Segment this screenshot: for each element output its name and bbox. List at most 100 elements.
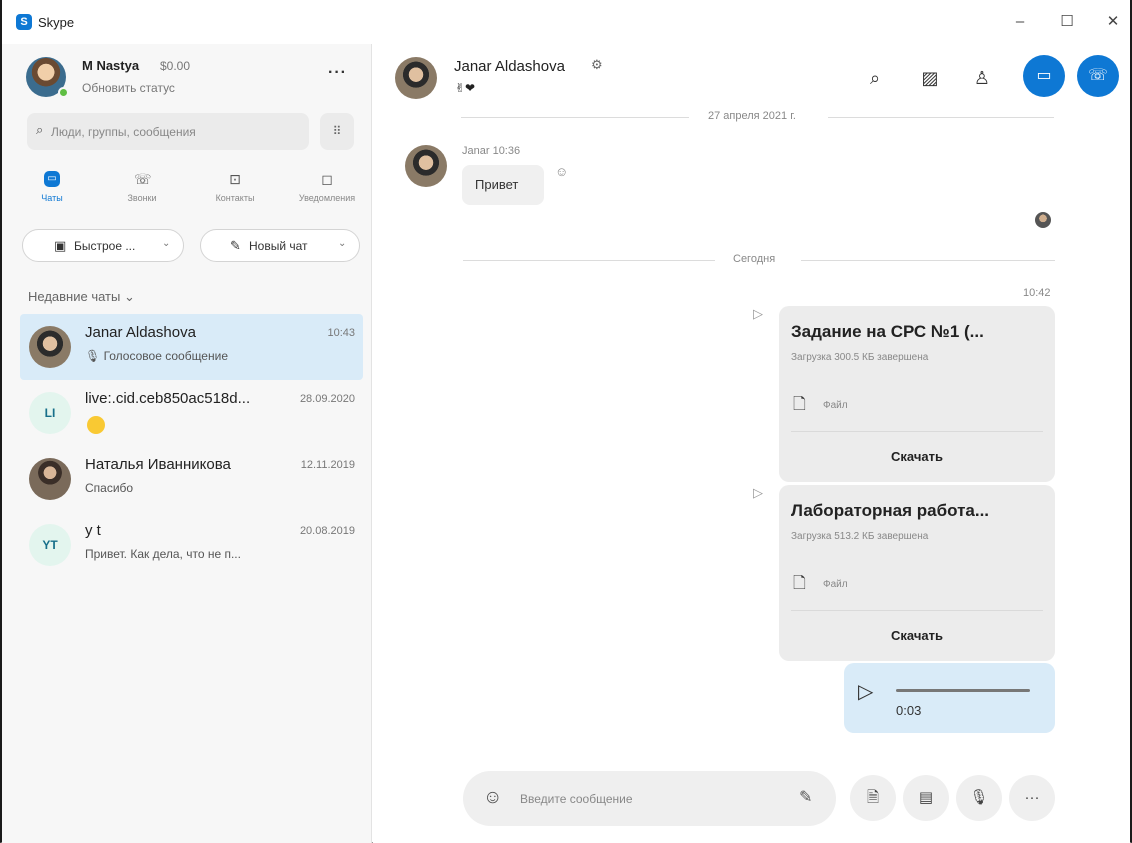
voice-duration: 0:03: [896, 703, 922, 718]
contact-avatar[interactable]: [395, 57, 437, 99]
contact-name[interactable]: Janar Aldashova: [454, 58, 565, 75]
avatar: LI: [29, 392, 71, 434]
sent-time: 10:42: [1023, 287, 1051, 299]
tab-contacts[interactable]: ⊡ Контакты: [195, 171, 275, 203]
react-smile-icon[interactable]: ☺: [555, 164, 568, 179]
skype-window: S Skype – ☐ ✕ M Nastya $0.00 Обновить ст…: [0, 0, 1132, 843]
gallery-icon[interactable]: ▨: [918, 66, 942, 90]
composer-more-button[interactable]: ···: [1009, 775, 1055, 821]
search-box[interactable]: ⌕ Люди, группы, сообщения: [27, 113, 309, 150]
audio-call-button[interactable]: ☏: [1077, 55, 1119, 97]
divider-line: [791, 431, 1043, 432]
file-message[interactable]: Лабораторная работа... Загрузка 513.2 КБ…: [779, 485, 1055, 661]
avatar: [29, 458, 71, 500]
message-meta: Janar 10:36: [462, 145, 521, 157]
chat-icon: ▭: [44, 171, 60, 187]
file-label: Файл: [823, 400, 848, 411]
search-placeholder: Люди, группы, сообщения: [51, 125, 196, 139]
dialpad-icon: ⠿: [332, 124, 342, 138]
download-button[interactable]: Скачать: [779, 628, 1055, 643]
gear-icon[interactable]: ⚙: [591, 57, 603, 73]
file-status: Загрузка 513.2 КБ завершена: [791, 531, 929, 542]
search-icon: ⌕: [36, 122, 44, 137]
sender-avatar[interactable]: [405, 145, 447, 187]
sent-status-icon: ▷: [753, 306, 763, 321]
chat-preview: 🎙 Голосовое сообщение: [85, 349, 228, 363]
file-title: Задание на СРС №1 (...: [791, 322, 984, 341]
dictation-icon[interactable]: ✎: [799, 787, 812, 807]
contact-card-icon: ▤: [918, 789, 934, 806]
maximize-button[interactable]: ☐: [1052, 10, 1082, 34]
date-divider: Сегодня: [733, 253, 776, 265]
recent-chats-header[interactable]: Недавние чаты ⌄: [28, 289, 135, 305]
file-icon: 🗋: [793, 575, 806, 592]
search-icon[interactable]: ⌕: [863, 66, 887, 90]
meet-now-icon: ▣: [54, 238, 67, 253]
avatar: [29, 326, 71, 368]
sidebar: M Nastya $0.00 Обновить статус ··· ⌕ Люд…: [2, 44, 372, 843]
tab-calls[interactable]: ☏ Звонки: [102, 171, 182, 203]
tab-contacts-label: Контакты: [215, 193, 255, 203]
skype-credit[interactable]: $0.00: [160, 59, 190, 73]
chat-preview: Спасибо: [85, 481, 134, 495]
meet-now-button[interactable]: ▣ Быстрое ... ⌄: [22, 229, 184, 262]
profile-name[interactable]: M Nastya: [82, 58, 139, 73]
update-status-link[interactable]: Обновить статус: [82, 81, 175, 95]
file-title: Лабораторная работа...: [791, 501, 990, 520]
bell-icon: ◻: [321, 171, 333, 187]
video-call-button[interactable]: ▭: [1023, 55, 1065, 97]
file-icon: 🗋: [793, 396, 806, 413]
message-text: Привет: [475, 177, 519, 192]
title-bar: S Skype – ☐ ✕: [2, 0, 1130, 44]
skype-logo-icon: S: [16, 14, 32, 30]
microphone-button[interactable]: 🎙: [956, 775, 1002, 821]
new-chat-label: Новый чат: [249, 239, 308, 253]
read-receipt-avatar: [1035, 212, 1051, 228]
message-input[interactable]: Введите сообщение: [520, 792, 633, 806]
tab-notifications-label: Уведомления: [298, 193, 356, 203]
chat-item-natalya[interactable]: Наталья Иванникова 12.11.2019 Спасибо: [20, 446, 363, 512]
message-bubble[interactable]: Привет: [462, 165, 544, 205]
new-chat-button[interactable]: ✎ Новый чат ⌄: [200, 229, 360, 262]
contacts-icon: ⊡: [229, 171, 241, 187]
message-composer[interactable]: ☺ Введите сообщение ✎: [463, 771, 836, 826]
tab-chats[interactable]: ▭ Чаты: [12, 171, 92, 203]
attach-file-button[interactable]: 🗎: [850, 775, 896, 821]
chat-item-live-cid[interactable]: LI live:.cid.ceb850ac518d... 28.09.2020: [20, 380, 363, 446]
meet-now-label: Быстрое ...: [74, 239, 136, 253]
voice-message[interactable]: ▷ 0:03: [844, 663, 1055, 733]
online-status-icon: [58, 87, 69, 98]
add-person-icon[interactable]: ♙: [970, 66, 994, 90]
voice-progress-track[interactable]: [896, 689, 1030, 692]
chevron-down-icon: ⌄: [338, 238, 347, 249]
play-icon[interactable]: ▷: [858, 679, 873, 704]
chat-name: live:.cid.ceb850ac518d...: [85, 390, 251, 407]
microphone-icon: 🎙: [969, 789, 989, 806]
attach-file-icon: 🗎: [866, 789, 880, 806]
conversation-pane: Janar Aldashova ⚙ ✌❤ ⌕ ▨ ♙ ▭ ☏ 27 апреля…: [373, 44, 1130, 843]
chat-name: Janar Aldashova: [85, 324, 196, 341]
profile-more-button[interactable]: ···: [328, 64, 347, 82]
minimize-button[interactable]: –: [1005, 10, 1035, 34]
divider-line: [463, 260, 715, 261]
divider-line: [461, 117, 689, 118]
close-button[interactable]: ✕: [1098, 10, 1128, 34]
phone-icon: ☏: [1087, 67, 1108, 84]
contact-card-button[interactable]: ▤: [903, 775, 949, 821]
chat-item-yt[interactable]: YT y t 20.08.2019 Привет. Как дела, что …: [20, 512, 363, 578]
chat-name: Наталья Иванникова: [85, 456, 231, 473]
video-camera-icon: ▭: [1036, 67, 1052, 84]
tab-chats-label: Чаты: [41, 193, 63, 203]
sent-status-icon: ▷: [753, 485, 763, 500]
file-message[interactable]: Задание на СРС №1 (... Загрузка 300.5 КБ…: [779, 306, 1055, 482]
chat-time: 20.08.2019: [299, 525, 355, 537]
download-button[interactable]: Скачать: [779, 449, 1055, 464]
avatar: YT: [29, 524, 71, 566]
chat-preview: Привет. Как дела, что не п...: [85, 547, 241, 561]
file-status: Загрузка 300.5 КБ завершена: [791, 352, 929, 363]
chat-item-janar[interactable]: Janar Aldashova 10:43 🎙 Голосовое сообще…: [20, 314, 363, 380]
emoji-icon[interactable]: ☺: [483, 787, 502, 809]
laughing-emoji-icon: [87, 416, 105, 434]
tab-notifications[interactable]: ◻ Уведомления: [287, 171, 367, 203]
dialpad-button[interactable]: ⠿: [320, 113, 354, 150]
